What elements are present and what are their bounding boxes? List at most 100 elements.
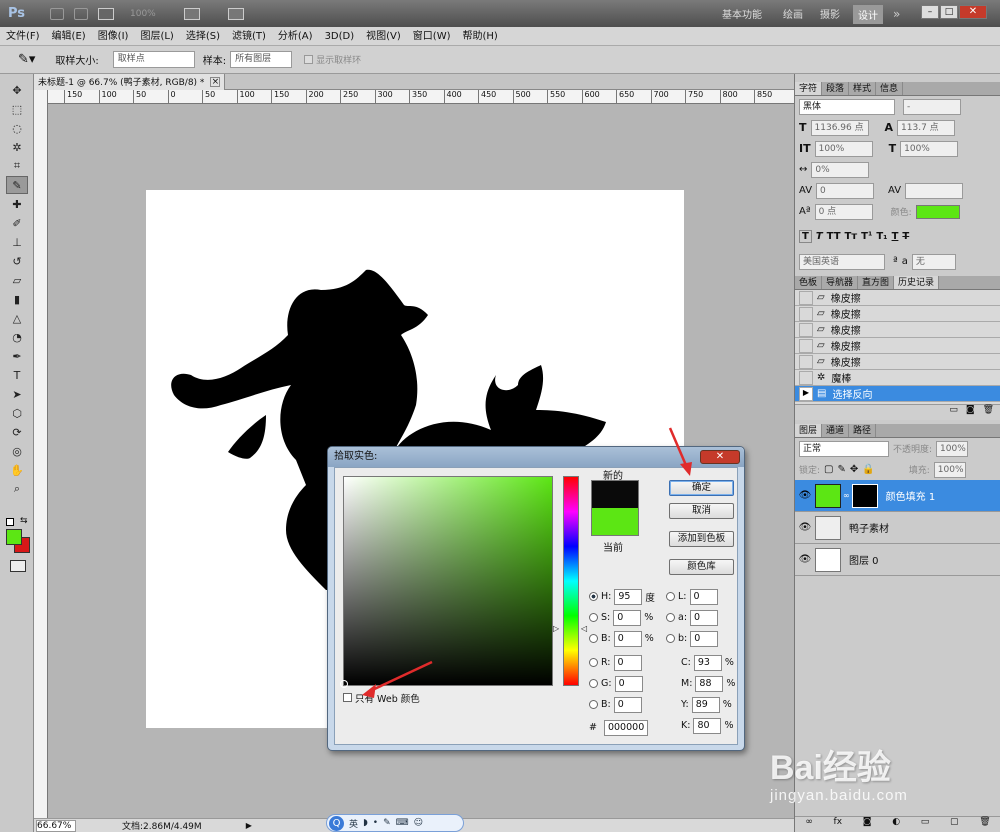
- dialog-close-button[interactable]: ✕: [700, 450, 740, 464]
- brightness-radio[interactable]: [589, 634, 598, 643]
- show-ring-checkbox[interactable]: [304, 55, 314, 64]
- green-input[interactable]: 0: [614, 675, 643, 692]
- tab-paragraph[interactable]: 段落: [822, 82, 850, 95]
- workspace-photo[interactable]: 摄影: [820, 6, 840, 21]
- font-family-select[interactable]: 黑体: [799, 98, 895, 115]
- color-libraries-button[interactable]: 颜色库: [669, 559, 734, 575]
- tab-paths[interactable]: 路径: [849, 424, 877, 437]
- red-radio[interactable]: [589, 658, 598, 667]
- delete-layer-icon[interactable]: 🗑: [979, 817, 990, 832]
- kerning-method-select[interactable]: [905, 182, 964, 199]
- menu-analysis[interactable]: 分析(A): [272, 27, 319, 46]
- menu-image[interactable]: 图像(I): [92, 27, 135, 46]
- ime-dot-icon[interactable]: •: [373, 818, 378, 828]
- status-menu-icon[interactable]: ▶: [246, 821, 252, 830]
- opacity-input[interactable]: 100%: [936, 440, 969, 457]
- cyan-input[interactable]: 93: [693, 654, 722, 671]
- history-brush-tool-icon[interactable]: ↺: [6, 252, 28, 270]
- foreground-color-swatch[interactable]: [6, 529, 22, 545]
- screen-mode-icon[interactable]: [227, 7, 244, 20]
- dodge-tool-icon[interactable]: ◔: [6, 328, 28, 346]
- horizontal-scale-input[interactable]: 100%: [900, 140, 959, 157]
- yellow-input[interactable]: 89: [691, 696, 720, 713]
- font-style-select[interactable]: -: [903, 98, 961, 115]
- tab-layers[interactable]: 图层: [795, 424, 823, 437]
- tab-styles[interactable]: 样式: [849, 82, 877, 95]
- sample-select[interactable]: 所有图层: [230, 51, 293, 68]
- brightness-input[interactable]: 0: [613, 630, 642, 647]
- close-button[interactable]: ✕: [959, 5, 987, 19]
- history-item[interactable]: ▱ 橡皮擦: [795, 306, 1000, 322]
- new-layer-icon[interactable]: ▢: [950, 817, 959, 832]
- antialias-select[interactable]: 无: [911, 253, 956, 270]
- sample-size-select[interactable]: 取样点: [112, 51, 195, 68]
- hue-slider[interactable]: [563, 476, 579, 686]
- blend-mode-select[interactable]: 正常: [799, 440, 889, 457]
- marquee-tool-icon[interactable]: ⬚: [6, 100, 28, 118]
- hue-slider-left-arrow[interactable]: ▷: [553, 624, 559, 633]
- blue-radio[interactable]: [589, 700, 598, 709]
- ok-button[interactable]: 确定: [669, 480, 734, 496]
- gradient-tool-icon[interactable]: ▮: [6, 290, 28, 308]
- font-size-input[interactable]: 1136.96 点: [810, 119, 869, 136]
- hand-tool-icon[interactable]: ✋: [6, 461, 28, 479]
- restore-button[interactable]: □: [940, 5, 958, 19]
- layer-row[interactable]: 👁 图层 0: [795, 544, 1000, 576]
- underline-icon[interactable]: T: [892, 231, 899, 242]
- menu-file[interactable]: 文件(F): [0, 27, 46, 46]
- current-color-swatch[interactable]: [591, 508, 639, 536]
- hue-radio[interactable]: [589, 592, 598, 601]
- language-select[interactable]: 美国英语: [799, 253, 885, 270]
- tab-swatches[interactable]: 色板: [795, 276, 823, 289]
- red-input[interactable]: 0: [613, 654, 642, 671]
- swap-colors-icon[interactable]: ⇆: [20, 516, 28, 526]
- lab-b-input[interactable]: 0: [690, 630, 719, 647]
- strikethrough-icon[interactable]: T: [902, 231, 909, 242]
- document-close-icon[interactable]: ×: [210, 76, 221, 87]
- menu-3d[interactable]: 3D(D): [319, 27, 361, 46]
- default-colors-icon[interactable]: [6, 518, 14, 526]
- tab-navigator[interactable]: 导航器: [822, 276, 859, 289]
- eyedropper-tool-icon[interactable]: ✎: [6, 176, 28, 194]
- pen-tool-icon[interactable]: ✒: [6, 347, 28, 365]
- add-to-swatches-button[interactable]: 添加到色板: [669, 531, 734, 547]
- color-field[interactable]: [343, 476, 553, 686]
- minibridge-icon[interactable]: [74, 7, 88, 20]
- visibility-eye-icon[interactable]: 👁: [795, 554, 815, 565]
- adjustment-layer-icon[interactable]: ◐: [892, 817, 900, 832]
- add-mask-icon[interactable]: ◙: [863, 817, 872, 832]
- saturation-radio[interactable]: [589, 613, 598, 622]
- menu-layer[interactable]: 图层(L): [134, 27, 179, 46]
- lock-pixels-icon[interactable]: ✎: [838, 464, 846, 475]
- web-only-checkbox[interactable]: [343, 693, 352, 702]
- layer-row-fill[interactable]: 👁 ∞ 颜色填充 1: [795, 480, 1000, 512]
- history-item[interactable]: ▱ 橡皮擦: [795, 322, 1000, 338]
- leading-input[interactable]: 113.7 点: [897, 119, 956, 136]
- hex-input[interactable]: 000000: [603, 719, 648, 736]
- hue-slider-right-arrow[interactable]: ◁: [581, 624, 587, 633]
- lock-all-icon[interactable]: 🔒: [862, 464, 874, 475]
- move-tool-icon[interactable]: ✥: [6, 81, 28, 99]
- history-item[interactable]: ▱ 橡皮擦: [795, 290, 1000, 306]
- tab-info[interactable]: 信息: [876, 82, 904, 95]
- healing-brush-tool-icon[interactable]: ✚: [6, 195, 28, 213]
- cancel-button[interactable]: 取消: [669, 503, 734, 519]
- vertical-scale-input[interactable]: 100%: [814, 140, 873, 157]
- workspace-paint[interactable]: 绘画: [783, 6, 803, 21]
- text-color-swatch[interactable]: [915, 204, 960, 219]
- lab-a-radio[interactable]: [666, 613, 675, 622]
- lab-b-radio[interactable]: [666, 634, 675, 643]
- link-layers-icon[interactable]: ∞: [805, 817, 813, 832]
- layer-style-icon[interactable]: fx: [834, 817, 843, 832]
- magenta-input[interactable]: 88: [695, 675, 724, 692]
- blue-input[interactable]: 0: [613, 696, 642, 713]
- quick-select-tool-icon[interactable]: ✲: [6, 138, 28, 156]
- superscript-icon[interactable]: T¹: [861, 231, 872, 242]
- lock-transparency-icon[interactable]: ▢: [824, 464, 833, 475]
- visibility-eye-icon[interactable]: 👁: [795, 522, 815, 533]
- history-item[interactable]: ▱ 橡皮擦: [795, 354, 1000, 370]
- view-extras-icon[interactable]: [98, 7, 114, 20]
- menu-filter[interactable]: 滤镜(T): [226, 27, 272, 46]
- workspace-basic[interactable]: 基本功能: [722, 6, 762, 21]
- tab-histogram[interactable]: 直方图: [858, 276, 895, 289]
